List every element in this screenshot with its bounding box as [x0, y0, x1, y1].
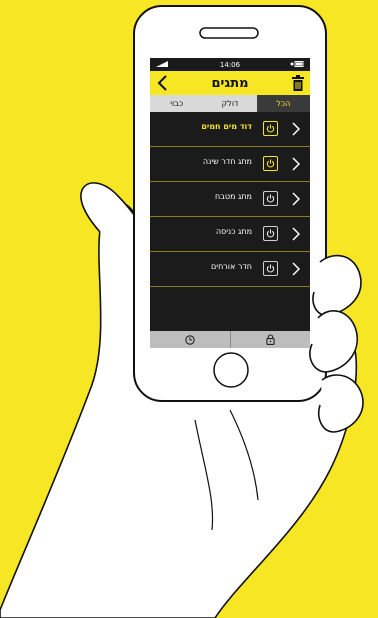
tab-all[interactable]: הכל: [256, 95, 310, 112]
power-toggle[interactable]: [263, 261, 278, 276]
switch-list: דוד מים חמים מתג חדר שינה מתג מטבח מתג כ…: [150, 112, 310, 287]
app-header: מתגים: [150, 71, 310, 95]
trash-icon[interactable]: [292, 75, 304, 91]
power-toggle[interactable]: [263, 121, 278, 136]
chevron-right-icon: [292, 227, 300, 241]
filter-tabs: כבוי דולק הכל: [150, 95, 310, 112]
bottom-bar: [150, 331, 310, 348]
power-toggle[interactable]: [263, 156, 278, 171]
power-icon: [266, 194, 275, 203]
list-item[interactable]: מתג מטבח: [150, 182, 310, 217]
tab-off-label: כבוי: [170, 99, 184, 108]
home-button[interactable]: [213, 352, 249, 388]
switch-label: מתג חדר שינה: [202, 157, 252, 166]
timer-button[interactable]: [150, 331, 230, 348]
power-icon: [266, 264, 275, 273]
page-title: מתגים: [211, 75, 249, 91]
finger-1: [312, 254, 362, 317]
chevron-right-icon: [292, 157, 300, 171]
list-item[interactable]: מתג חדר שינה: [150, 147, 310, 182]
switch-label: חדר אורחים: [210, 262, 252, 271]
chevron-right-icon: [292, 262, 300, 276]
power-toggle[interactable]: [263, 191, 278, 206]
tab-on[interactable]: דולק: [203, 95, 256, 112]
battery-icon: [290, 61, 304, 67]
finger-3: [318, 374, 364, 433]
tab-off[interactable]: כבוי: [150, 95, 203, 112]
chevron-right-icon: [292, 192, 300, 206]
lock-icon: [266, 334, 275, 345]
tab-all-label: הכל: [276, 99, 291, 108]
power-toggle[interactable]: [263, 226, 278, 241]
switch-label: דוד מים חמים: [201, 122, 252, 131]
speaker-slot: [199, 27, 259, 39]
chevron-left-icon[interactable]: [156, 74, 170, 92]
tab-on-label: דולק: [221, 99, 239, 108]
list-item[interactable]: חדר אורחים: [150, 252, 310, 287]
clock-icon: [185, 334, 195, 345]
lock-button[interactable]: [229, 331, 311, 348]
switch-label: מתג כניסה: [215, 227, 252, 236]
signal-icon: [156, 61, 168, 67]
power-icon: [266, 159, 275, 168]
switch-label: מתג מטבח: [214, 192, 252, 201]
power-icon: [266, 229, 275, 238]
chevron-right-icon: [292, 122, 300, 136]
list-item[interactable]: דוד מים חמים: [150, 112, 310, 147]
status-bar: 14:06: [150, 58, 310, 71]
power-icon: [266, 124, 275, 133]
list-item[interactable]: מתג כניסה: [150, 217, 310, 252]
phone-screen: 14:06 מתגים כבוי דולק הכל דוד מים חמים מ…: [150, 58, 310, 348]
status-time: 14:06: [219, 60, 241, 69]
